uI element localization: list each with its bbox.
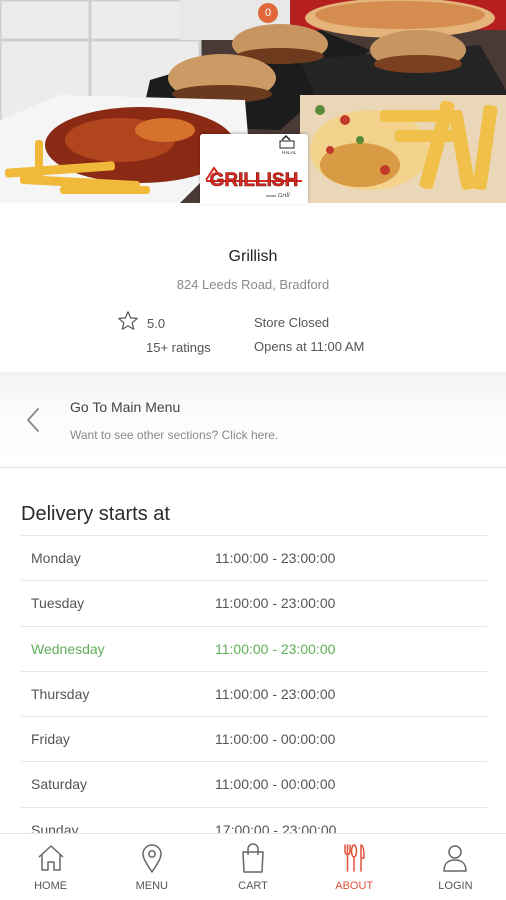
hours-row-thursday: Thursday 11:00:00 - 23:00:00 — [21, 672, 487, 718]
nav-menu[interactable]: MENU — [101, 834, 202, 900]
cart-count-badge: 0 — [258, 3, 278, 23]
time-range: 11:00:00 - 23:00:00 — [215, 550, 336, 566]
store-logo: HALAL GRILLISH Grill — [200, 134, 308, 204]
chevron-left-icon — [27, 408, 39, 432]
cutlery-icon — [344, 844, 365, 872]
store-name: Grillish — [228, 248, 278, 265]
hours-row-tuesday: Tuesday 11:00:00 - 23:00:00 — [21, 581, 487, 627]
nav-cart-label: CART — [238, 880, 268, 892]
rating-count: 15+ ratings — [146, 340, 211, 355]
day-label: Friday — [31, 731, 70, 748]
shopping-bag-icon — [242, 843, 264, 873]
nav-about-label: ABOUT — [335, 880, 374, 892]
main-menu-subtitle: Want to see other sections? Click here. — [70, 428, 279, 442]
bottom-navigation: HOME MENU CART ABOUT LOGIN — [0, 833, 506, 900]
logo-wordmark: GRILLISH — [210, 170, 299, 191]
star-outline-icon — [118, 311, 138, 330]
hours-row-saturday: Saturday 11:00:00 - 00:00:00 — [21, 762, 487, 808]
nav-cart[interactable]: CART — [202, 834, 303, 900]
delivery-hours-table: Monday 11:00:00 - 23:00:00 Tuesday 11:00… — [21, 535, 487, 854]
store-address: 824 Leeds Road, Bradford — [176, 277, 330, 292]
nav-about[interactable]: ABOUT — [304, 834, 405, 900]
nav-login[interactable]: LOGIN — [405, 834, 506, 900]
home-icon — [38, 845, 64, 871]
delivery-title: Delivery starts at — [21, 503, 170, 525]
rating-value: 5.0 — [147, 316, 166, 331]
logo-tagline: Grill — [278, 193, 290, 199]
go-to-main-menu-link[interactable]: Go To Main Menu Want to see other sectio… — [0, 372, 506, 468]
day-label: Saturday — [31, 776, 88, 793]
time-range: 11:00:00 - 23:00:00 — [215, 595, 336, 612]
time-range: 11:00:00 - 23:00:00 — [215, 640, 336, 657]
hours-row-monday: Monday 11:00:00 - 23:00:00 — [21, 536, 487, 582]
day-label: Thursday — [31, 685, 90, 702]
logo-badge: HALAL — [282, 150, 297, 155]
hours-row-friday: Friday 11:00:00 - 00:00:00 — [21, 717, 487, 763]
time-range: 11:00:00 - 00:00:00 — [215, 776, 336, 793]
user-icon — [443, 845, 468, 872]
hours-row-wednesday: Wednesday 11:00:00 - 23:00:00 — [21, 627, 487, 672]
time-range: 11:00:00 - 00:00:00 — [215, 731, 336, 748]
day-label: Tuesday — [31, 595, 85, 612]
day-label: Monday — [31, 550, 81, 566]
nav-menu-label: MENU — [135, 880, 168, 892]
location-pin-icon — [142, 844, 162, 873]
day-label: Wednesday — [31, 640, 105, 657]
time-range: 11:00:00 - 23:00:00 — [215, 685, 336, 702]
store-status: Store Closed — [254, 315, 330, 330]
nav-home[interactable]: HOME — [0, 834, 101, 900]
nav-home-label: HOME — [34, 880, 68, 892]
store-opening-time: Opens at 11:00 AM — [254, 339, 365, 354]
nav-login-label: LOGIN — [438, 880, 473, 892]
main-menu-title: Go To Main Menu — [70, 399, 181, 415]
